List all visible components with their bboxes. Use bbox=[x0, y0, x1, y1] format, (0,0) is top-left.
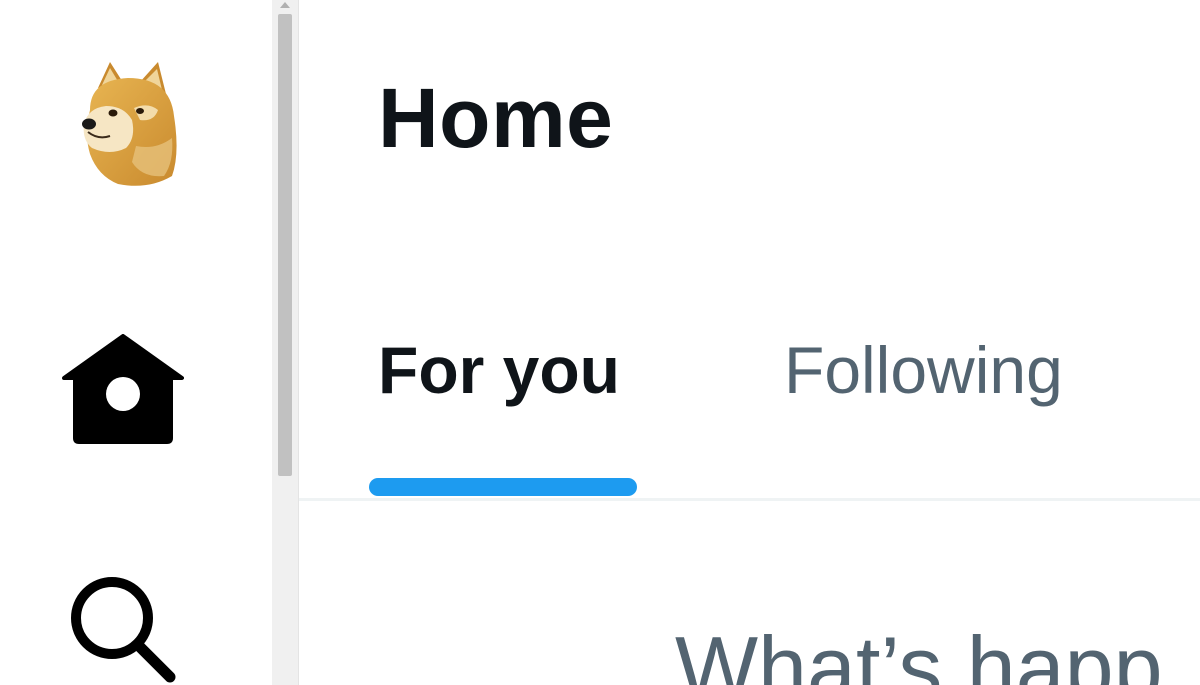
tab-following[interactable]: Following bbox=[784, 330, 1063, 410]
scrollbar-thumb[interactable] bbox=[278, 14, 292, 476]
app-window: Home For you Following What’s happ bbox=[0, 0, 1200, 685]
sidebar-scrollbar[interactable] bbox=[272, 0, 299, 685]
doge-logo-icon[interactable] bbox=[76, 58, 186, 190]
nav-item-search[interactable] bbox=[66, 572, 178, 685]
sidebar-nav bbox=[0, 0, 272, 685]
nav-item-home[interactable] bbox=[62, 334, 184, 446]
active-tab-indicator bbox=[369, 478, 637, 496]
scroll-up-arrow-icon[interactable] bbox=[280, 2, 290, 8]
tab-for-you[interactable]: For you bbox=[378, 330, 620, 410]
compose-input[interactable]: What’s happ bbox=[675, 618, 1163, 685]
timeline-tabs: For you Following bbox=[299, 300, 1200, 498]
tabs-divider bbox=[299, 498, 1200, 501]
home-icon bbox=[62, 334, 184, 444]
main-column: Home For you Following What’s happ bbox=[299, 0, 1200, 685]
search-icon bbox=[71, 577, 176, 683]
page-title: Home bbox=[378, 71, 614, 165]
